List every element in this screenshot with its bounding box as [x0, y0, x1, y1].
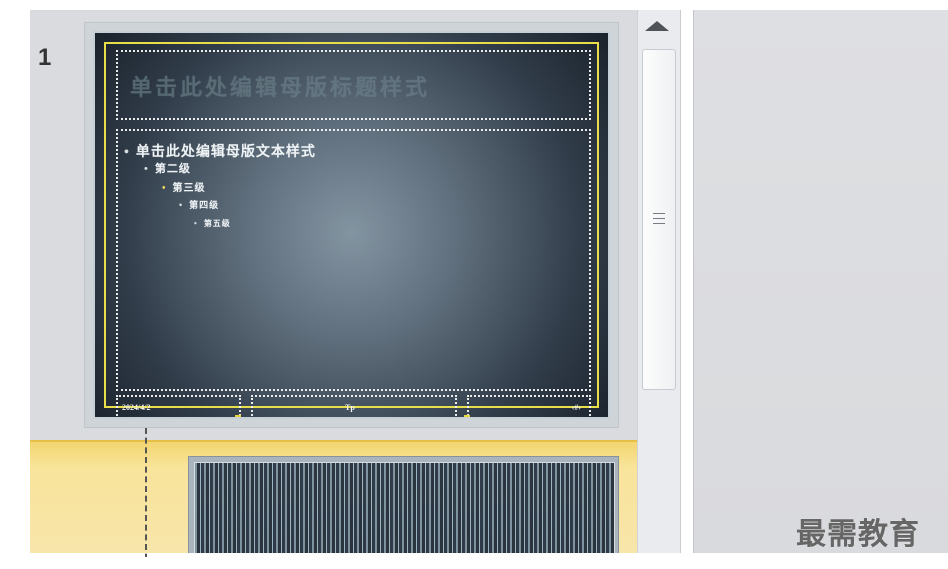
body-level-3: • 第三级 — [162, 179, 206, 194]
bullet-icon: • — [144, 163, 149, 175]
body-level-4: • 第四级 — [179, 198, 219, 211]
powerpoint-slide-master-view: 1 单击此处编辑母版标题样式 • 单击此处编辑母版文本样式 • 第二级 • 第三… — [0, 0, 948, 569]
scrollbar-thumb[interactable] — [642, 49, 676, 390]
bottom-white-strip — [0, 553, 948, 569]
drag-guide-line — [145, 428, 147, 557]
slide-thumbnail-row-1[interactable]: 1 单击此处编辑母版标题样式 • 单击此处编辑母版文本样式 • 第二级 • 第三… — [30, 10, 637, 440]
footer-date-text: 2024/4/2 — [122, 403, 151, 412]
body-level-1: • 单击此处编辑母版文本样式 — [124, 141, 316, 161]
footer-placeholder[interactable]: Tp — [251, 395, 457, 417]
slide-title-text: 单击此处编辑母版标题样式 — [130, 75, 431, 100]
slide-thumbnail-frame-1[interactable]: 单击此处编辑母版标题样式 • 单击此处编辑母版文本样式 • 第二级 • 第三级 — [84, 22, 619, 428]
content-placeholder[interactable]: • 单击此处编辑母版文本样式 • 第二级 • 第三级 • 第四级 • 第五级 — [116, 129, 591, 391]
footer-slide-number-text: ‹#› — [571, 403, 581, 412]
bullet-icon: • — [179, 200, 184, 210]
slide-master-thumbnail[interactable]: 单击此处编辑母版标题样式 • 单击此处编辑母版文本样式 • 第二级 • 第三级 — [93, 31, 610, 419]
body-level-5-text: 第五级 — [203, 219, 231, 228]
pane-gap — [681, 10, 693, 557]
thumbnail-vertical-scrollbar[interactable] — [637, 10, 681, 557]
selected-slide-layout-row[interactable] — [30, 440, 637, 557]
bullet-icon: • — [124, 145, 130, 160]
slide-thumbnail-frame-2[interactable] — [188, 456, 619, 557]
body-level-1-text: 单击此处编辑母版文本样式 — [135, 145, 316, 160]
scroll-grip-icon — [653, 213, 665, 225]
body-level-5: • 第五级 — [194, 218, 231, 229]
footer-center-text: Tp — [345, 403, 355, 412]
footer-marker — [464, 415, 470, 417]
slide-editor-pane[interactable] — [693, 10, 948, 557]
slide-thumbnail-pane: 1 单击此处编辑母版标题样式 • 单击此处编辑母版文本样式 • 第二级 • 第三… — [30, 10, 637, 557]
selected-layout-thumbnail[interactable] — [194, 462, 615, 557]
body-level-2: • 第二级 — [144, 160, 191, 176]
body-level-3-text: 第三级 — [172, 183, 206, 194]
triangle-up-icon[interactable] — [645, 21, 669, 31]
bullet-icon: • — [194, 219, 198, 228]
date-placeholder[interactable]: 2024/4/2 — [116, 395, 241, 417]
bullet-icon: • — [162, 183, 167, 194]
slide-number-1: 1 — [38, 44, 52, 71]
body-level-2-text: 第二级 — [154, 163, 191, 175]
slide-number-placeholder[interactable]: ‹#› — [467, 395, 591, 417]
body-level-4-text: 第四级 — [189, 200, 220, 210]
watermark-text: 最需教育 — [796, 518, 920, 551]
title-placeholder[interactable]: 单击此处编辑母版标题样式 — [116, 50, 591, 120]
footer-marker — [235, 415, 241, 417]
